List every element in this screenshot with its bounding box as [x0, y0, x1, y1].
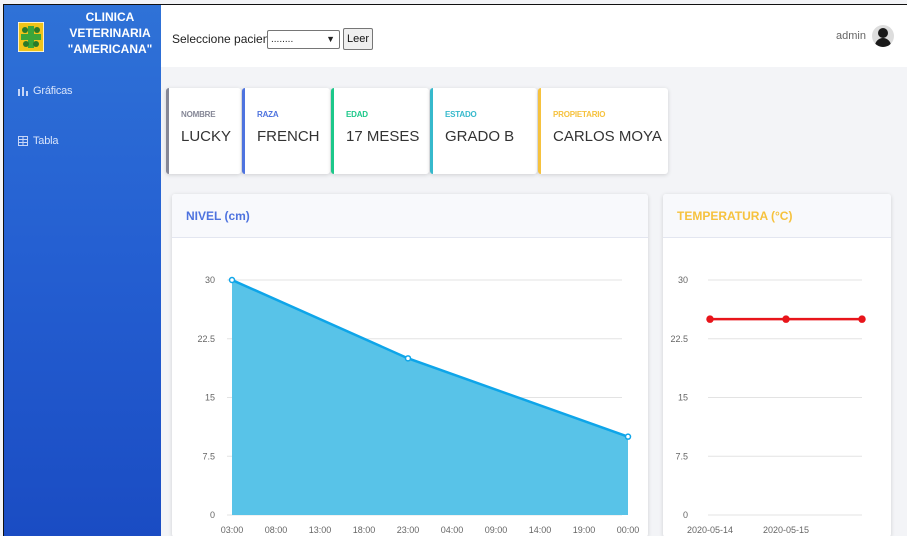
topbar: Seleccione paciente ........ ▼ Leer admi… — [161, 5, 907, 67]
x-tick-label: 09:00 — [485, 525, 508, 535]
sidebar-item-label: Gráficas — [33, 85, 73, 97]
brand[interactable]: CLINICA VETERINARIA "AMERICANA" — [4, 5, 161, 65]
brand-line: CLINICA — [85, 10, 135, 24]
x-tick-label: 14:00 — [529, 525, 552, 535]
temperatura-chart: 30 22.5 15 7.5 0 2020-05-14 2020-05-15 — [670, 275, 866, 535]
data-point — [858, 315, 866, 323]
bar-chart-icon — [18, 87, 28, 96]
card-value: LUCKY — [181, 128, 232, 145]
y-tick-label: 30 — [678, 275, 688, 285]
patient-select[interactable]: ........ ▼ — [267, 30, 340, 49]
sidebar: CLINICA VETERINARIA "AMERICANA" Gráficas… — [4, 5, 161, 536]
x-tick-label: 04:00 — [441, 525, 464, 535]
data-point — [404, 355, 412, 362]
x-tick-label: 2020-05-15 — [763, 525, 809, 535]
card-label: NOMBRE — [181, 110, 216, 119]
y-tick-label: 15 — [678, 393, 688, 403]
x-tick-label: 19:00 — [573, 525, 596, 535]
x-tick-label: 00:00 — [617, 525, 640, 535]
patient-card-propietario: PROPIETARIO CARLOS MOYA — [538, 88, 668, 174]
card-value: FRENCH — [257, 128, 320, 145]
x-tick-label: 08:00 — [265, 525, 288, 535]
patient-select-value: ........ — [271, 34, 294, 45]
y-tick-label: 0 — [683, 510, 688, 520]
table-icon — [18, 136, 28, 146]
x-tick-label: 18:00 — [353, 525, 376, 535]
patient-card-raza: RAZA FRENCH — [242, 88, 330, 174]
nivel-chart-title: NIVEL (cm) — [172, 194, 648, 238]
x-tick-label: 2020-05-14 — [687, 525, 733, 535]
read-button[interactable]: Leer — [343, 28, 373, 50]
brand-name: CLINICA VETERINARIA "AMERICANA" — [62, 9, 158, 57]
data-point — [706, 315, 714, 323]
card-label: EDAD — [346, 110, 368, 119]
nivel-chart: 30 22.5 15 7.5 0 03:00 08:00 13:00 18:00 23:00 04:… — [197, 275, 640, 535]
y-tick-label: 15 — [205, 393, 215, 403]
patient-card-estado: ESTADO GRADO B — [430, 88, 537, 174]
y-tick-label: 0 — [210, 510, 215, 520]
y-tick-label: 22.5 — [670, 334, 688, 344]
card-value: CARLOS MOYA — [553, 128, 662, 145]
avatar — [872, 25, 894, 47]
username: admin — [836, 30, 866, 42]
card-value: GRADO B — [445, 128, 515, 145]
x-tick-label: 23:00 — [397, 525, 420, 535]
data-point — [228, 276, 236, 284]
card-label: RAZA — [257, 110, 279, 119]
temperatura-chart-title: TEMPERATURA (°C) — [663, 194, 891, 238]
patient-select-label: Seleccione paciente — [172, 32, 280, 46]
sidebar-item-label: Tabla — [33, 135, 59, 147]
card-label: ESTADO — [445, 110, 477, 119]
card-value: 17 MESES — [346, 128, 420, 145]
chevron-down-icon: ▼ — [326, 34, 335, 44]
clinic-logo-icon — [18, 22, 44, 52]
nivel-chart-card: NIVEL (cm) 30 22.5 15 7.5 0 03:00 08:00 13:00 18… — [172, 194, 648, 536]
data-point — [624, 433, 632, 440]
data-point — [782, 315, 790, 323]
patient-card-nombre: NOMBRE LUCKY — [166, 88, 241, 174]
patient-card-edad: EDAD 17 MESES — [331, 88, 429, 174]
sidebar-item-graficas[interactable]: Gráficas — [18, 85, 73, 97]
sidebar-item-tabla[interactable]: Tabla — [18, 135, 59, 147]
temperatura-chart-card: TEMPERATURA (°C) 30 22.5 15 7.5 0 2020-05-14 2… — [663, 194, 891, 536]
brand-line: VETERINARIA — [69, 26, 151, 40]
x-tick-label: 13:00 — [309, 525, 332, 535]
card-label: PROPIETARIO — [553, 110, 606, 119]
x-tick-label: 03:00 — [221, 525, 244, 535]
y-tick-label: 7.5 — [675, 451, 688, 461]
y-tick-label: 22.5 — [197, 334, 215, 344]
y-tick-label: 30 — [205, 275, 215, 285]
app-frame: CLINICA VETERINARIA "AMERICANA" Gráficas… — [3, 4, 907, 536]
user-menu[interactable]: admin — [836, 25, 894, 47]
y-tick-label: 7.5 — [202, 451, 215, 461]
brand-line: "AMERICANA" — [67, 42, 153, 56]
